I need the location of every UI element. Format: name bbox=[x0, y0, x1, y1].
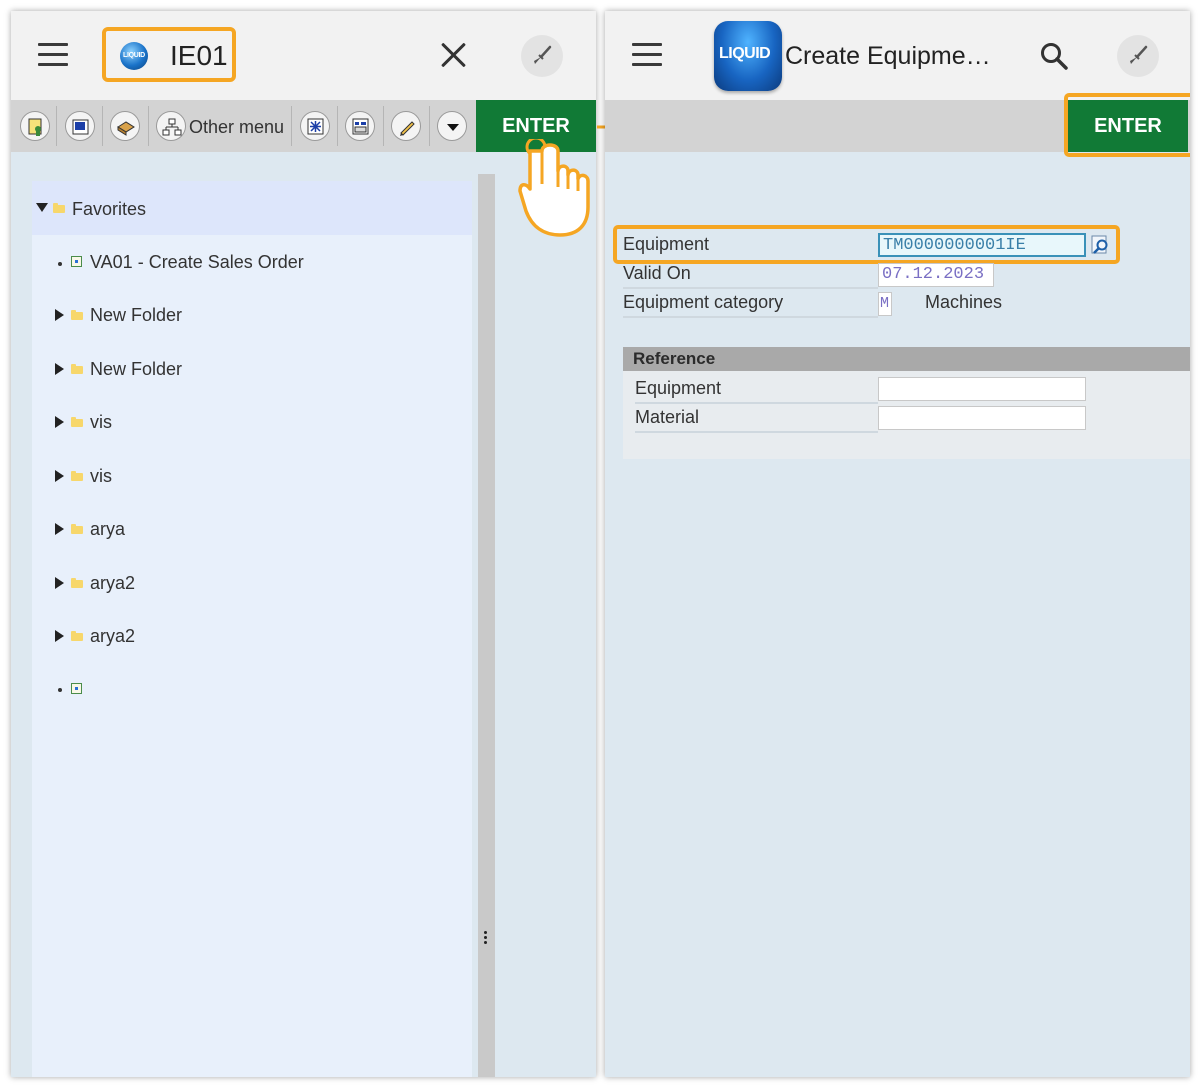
expand-right-icon[interactable] bbox=[55, 523, 64, 535]
expand-right-icon[interactable] bbox=[55, 416, 64, 428]
toolbar-divider bbox=[383, 106, 384, 146]
left-toolbar: Other menu ENTER bbox=[11, 100, 596, 152]
scroll-handle-icon[interactable] bbox=[484, 931, 488, 946]
change-layout-icon[interactable] bbox=[345, 111, 375, 141]
tree-item-label: arya2 bbox=[90, 573, 136, 593]
folder-icon bbox=[71, 364, 83, 374]
left-titlebar: LIQUID IE01 bbox=[11, 11, 596, 100]
right-screen: LIQUID Create Equipme… ENTER Equipment T… bbox=[605, 11, 1190, 1077]
toolbar-divider bbox=[148, 106, 149, 146]
expand-right-icon[interactable] bbox=[55, 630, 64, 642]
valid-on-label: Valid On bbox=[623, 263, 691, 283]
expand-right-icon[interactable] bbox=[55, 309, 64, 321]
label-underline bbox=[623, 287, 878, 289]
transaction-code-highlight: LIQUID IE01 bbox=[102, 27, 236, 82]
reference-title: Reference bbox=[633, 349, 716, 368]
open-folder-icon bbox=[53, 203, 65, 213]
tree-item-label: New Folder bbox=[90, 305, 183, 325]
label-underline bbox=[635, 431, 878, 433]
equipment-category-field[interactable]: M bbox=[878, 292, 892, 316]
toolbar-divider bbox=[102, 106, 103, 146]
close-icon[interactable] bbox=[439, 41, 469, 71]
menu-icon[interactable] bbox=[632, 43, 662, 67]
tree-item-label: VA01 - Create Sales Order bbox=[90, 252, 304, 272]
tree-item-label: vis bbox=[90, 466, 112, 486]
tree-item-label: vis bbox=[90, 412, 112, 432]
expand-down-icon[interactable] bbox=[36, 203, 48, 212]
folder-icon bbox=[71, 578, 83, 588]
display-doc-icon[interactable] bbox=[65, 111, 95, 141]
favorites-tree: Favorites VA01 - Create Sales Order New … bbox=[32, 181, 472, 1077]
hierarchy-icon[interactable] bbox=[156, 111, 186, 141]
expand-right-icon[interactable] bbox=[55, 470, 64, 482]
reference-group: Reference Equipment Material bbox=[623, 347, 1190, 459]
liquid-logo-icon: LIQUID bbox=[714, 21, 782, 91]
reference-material-field[interactable] bbox=[878, 406, 1086, 430]
menu-icon[interactable] bbox=[38, 43, 68, 67]
folder-icon bbox=[71, 471, 83, 481]
page-title: Create Equipme… bbox=[785, 42, 991, 70]
tutorial-screenshot: LIQUID IE01 Other menu ENTER Favorites V… bbox=[0, 0, 1200, 1086]
brush-icon bbox=[534, 45, 552, 64]
valid-on-field[interactable]: 07.12.2023 bbox=[878, 263, 994, 287]
toolbar-divider bbox=[429, 106, 430, 146]
left-screen: LIQUID IE01 Other menu ENTER Favorites V… bbox=[11, 11, 596, 1077]
folder-icon bbox=[71, 524, 83, 534]
toolbar-divider bbox=[291, 106, 292, 146]
transaction-icon bbox=[71, 683, 82, 694]
logo-text: LIQUID bbox=[719, 45, 771, 62]
search-icon[interactable] bbox=[1039, 41, 1069, 71]
folder-icon bbox=[71, 417, 83, 427]
toolbar-divider bbox=[337, 106, 338, 146]
enter-button-highlight bbox=[1064, 93, 1190, 157]
package-icon[interactable] bbox=[110, 111, 140, 141]
equipment-field-highlight bbox=[613, 225, 1120, 264]
right-titlebar: LIQUID Create Equipme… bbox=[605, 11, 1190, 100]
tree-item-label: arya2 bbox=[90, 626, 136, 646]
brush-icon bbox=[1130, 45, 1148, 64]
dropdown-more-icon[interactable] bbox=[437, 111, 467, 141]
transaction-code: IE01 bbox=[170, 40, 228, 71]
tree-item-label: New Folder bbox=[90, 359, 183, 379]
label-underline bbox=[623, 316, 878, 318]
expand-right-icon[interactable] bbox=[55, 363, 64, 375]
equipment-category-text: Machines bbox=[925, 292, 1003, 312]
bullet-icon bbox=[58, 688, 62, 692]
toolbar-divider bbox=[56, 106, 57, 146]
transaction-icon bbox=[71, 256, 82, 267]
expand-right-icon[interactable] bbox=[55, 577, 64, 589]
other-menu-button[interactable]: Other menu bbox=[189, 117, 284, 138]
reference-equipment-field[interactable] bbox=[878, 377, 1086, 401]
person-doc-icon[interactable] bbox=[20, 111, 50, 141]
favorites-label: Favorites bbox=[72, 199, 147, 219]
create-icon[interactable] bbox=[300, 111, 330, 141]
liquid-logo-icon: LIQUID bbox=[120, 42, 148, 70]
settings-brush-button[interactable] bbox=[1117, 35, 1159, 77]
equipment-category-label: Equipment category bbox=[623, 292, 784, 312]
logo-text: LIQUID bbox=[123, 52, 145, 59]
bullet-icon bbox=[58, 262, 62, 266]
tree-item-label: arya bbox=[90, 519, 126, 539]
reference-header: Reference bbox=[623, 347, 1190, 371]
favorites-row[interactable]: Favorites bbox=[32, 181, 472, 235]
pencil-icon[interactable] bbox=[391, 111, 421, 141]
settings-brush-button[interactable] bbox=[521, 35, 563, 77]
reference-equipment-label: Equipment bbox=[635, 378, 722, 398]
label-underline bbox=[635, 402, 878, 404]
folder-icon bbox=[71, 310, 83, 320]
folder-icon bbox=[71, 631, 83, 641]
tap-hand-icon bbox=[518, 139, 590, 237]
reference-material-label: Material bbox=[635, 407, 700, 427]
